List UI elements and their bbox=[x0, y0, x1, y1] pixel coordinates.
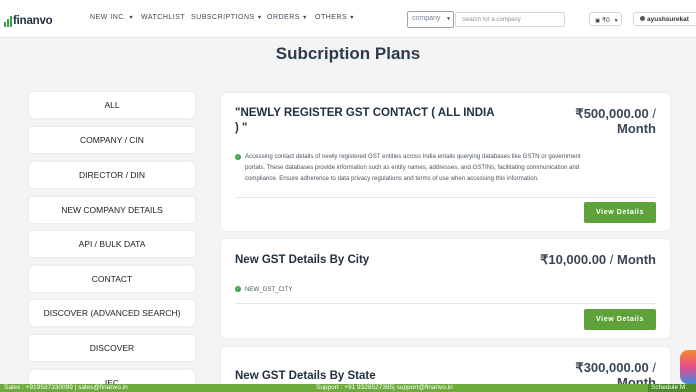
chevron-down-icon: ▼ bbox=[256, 15, 263, 21]
schedule-meeting-button[interactable]: Schedule M bbox=[648, 384, 696, 392]
filter-new-company-details-button[interactable]: NEW COMPANY DETAILS bbox=[29, 197, 195, 223]
plan-feature: NEW_GST_CITY bbox=[245, 286, 293, 293]
plan-description-line: portals. These databases provide informa… bbox=[245, 164, 580, 171]
plan-price-period: Month bbox=[617, 121, 656, 136]
nav-others-label: OTHERS bbox=[315, 14, 348, 21]
filter-contact-button[interactable]: CONTACT bbox=[29, 266, 195, 292]
search-type-value: company bbox=[412, 15, 441, 22]
nav-subscriptions-label: SUBSCRIPTIONS bbox=[191, 14, 255, 21]
finanvo-logo[interactable]: finanvo bbox=[4, 11, 53, 27]
filter-all-button[interactable]: ALL bbox=[29, 92, 195, 118]
chevron-down-icon: ▼ bbox=[128, 15, 135, 21]
chevron-down-icon: ▼ bbox=[301, 15, 308, 21]
view-details-button[interactable]: View Details bbox=[584, 202, 656, 223]
plan-price-separator: / bbox=[648, 106, 656, 121]
page-title: Subcription Plans bbox=[275, 44, 421, 63]
check-circle-icon: ✓ bbox=[235, 286, 241, 292]
filter-director-din-button[interactable]: DIRECTOR / DIN bbox=[29, 162, 195, 188]
user-icon bbox=[640, 16, 645, 21]
top-navbar: finanvo NEW INC. ▼ WATCHLIST SUBSCRIPTION… bbox=[0, 0, 696, 38]
plan-price-separator: / bbox=[606, 252, 618, 267]
plan-price: ₹500,000.00 / Month bbox=[575, 106, 656, 136]
plan-price-period: Month bbox=[617, 252, 656, 267]
nav-others[interactable]: OTHERS ▼ bbox=[315, 14, 355, 21]
search-input[interactable] bbox=[455, 12, 565, 27]
filter-api-bulk-data-button[interactable]: API / BULK DATA bbox=[29, 231, 195, 257]
chevron-down-icon: ▼ bbox=[613, 18, 619, 24]
logo-text: finanvo bbox=[13, 15, 53, 27]
filter-discover-advanced-button[interactable]: DISCOVER (ADVANCED SEARCH) bbox=[29, 300, 195, 326]
chevron-down-icon: ▼ bbox=[446, 16, 451, 22]
chevron-down-icon: ▼ bbox=[349, 15, 356, 21]
plan-price-separator: / bbox=[648, 360, 656, 375]
search-bar: company ▼ bbox=[407, 11, 566, 28]
nav-new-inc-label: NEW INC. bbox=[90, 14, 127, 21]
user-menu[interactable]: ayushsurekat bbox=[633, 12, 696, 26]
nav-watchlist-label: WATCHLIST bbox=[141, 14, 186, 21]
plan-description-line: Accessing contact details of newly regis… bbox=[245, 153, 581, 160]
user-name: ayushsurekat bbox=[647, 16, 689, 23]
contact-footer: Sales : +919537330099 | sales@finanvo.in… bbox=[0, 384, 696, 392]
plan-title-line: "NEWLY REGISTER GST CONTACT ( ALL INDIA bbox=[235, 107, 495, 119]
plan-title: New GST Details By State bbox=[235, 370, 376, 382]
filter-discover-button[interactable]: DISCOVER bbox=[29, 335, 195, 361]
wallet-dropdown[interactable]: ▣ ₹0 ▼ bbox=[589, 12, 622, 26]
plan-price-amount: ₹10,000.00 bbox=[540, 252, 607, 267]
search-type-select[interactable]: company ▼ bbox=[407, 11, 454, 28]
card-divider bbox=[235, 303, 656, 304]
plan-price: ₹10,000.00 / Month bbox=[540, 252, 656, 267]
nav-new-inc[interactable]: NEW INC. ▼ bbox=[90, 14, 134, 21]
plan-price-amount: ₹300,000.00 bbox=[575, 360, 649, 375]
plan-title: "NEWLY REGISTER GST CONTACT ( ALL INDIA … bbox=[235, 106, 495, 136]
bar-chart-icon bbox=[4, 16, 12, 27]
plan-description-line: compliance. Ensure adherence to data pri… bbox=[245, 175, 539, 182]
plan-card: New GST Details By City ₹10,000.00 / Mon… bbox=[221, 239, 670, 338]
nav-orders-label: ORDERS bbox=[267, 14, 300, 21]
plan-description: Accessing contact details of newly regis… bbox=[245, 151, 581, 184]
support-contact[interactable]: Support : +91 9328527395| support@finanv… bbox=[316, 384, 453, 392]
plan-title-line: ) " bbox=[235, 122, 248, 134]
check-circle-icon: ✓ bbox=[235, 154, 241, 160]
wallet-balance: ₹0 bbox=[602, 17, 610, 24]
view-details-button[interactable]: View Details bbox=[584, 309, 656, 330]
card-divider bbox=[235, 197, 656, 198]
nav-orders[interactable]: ORDERS ▼ bbox=[267, 14, 308, 21]
wallet-icon: ▣ bbox=[595, 18, 601, 24]
plan-card: "NEWLY REGISTER GST CONTACT ( ALL INDIA … bbox=[221, 93, 670, 231]
filter-company-cin-button[interactable]: COMPANY / CIN bbox=[29, 127, 195, 153]
sales-contact[interactable]: Sales : +919537330099 | sales@finanvo.in bbox=[4, 384, 128, 392]
feedback-badge-icon[interactable] bbox=[680, 350, 696, 384]
plan-title: New GST Details By City bbox=[235, 254, 370, 266]
nav-subscriptions[interactable]: SUBSCRIPTIONS ▼ bbox=[191, 14, 263, 21]
nav-watchlist[interactable]: WATCHLIST bbox=[141, 14, 185, 21]
plan-price-amount: ₹500,000.00 bbox=[575, 106, 649, 121]
